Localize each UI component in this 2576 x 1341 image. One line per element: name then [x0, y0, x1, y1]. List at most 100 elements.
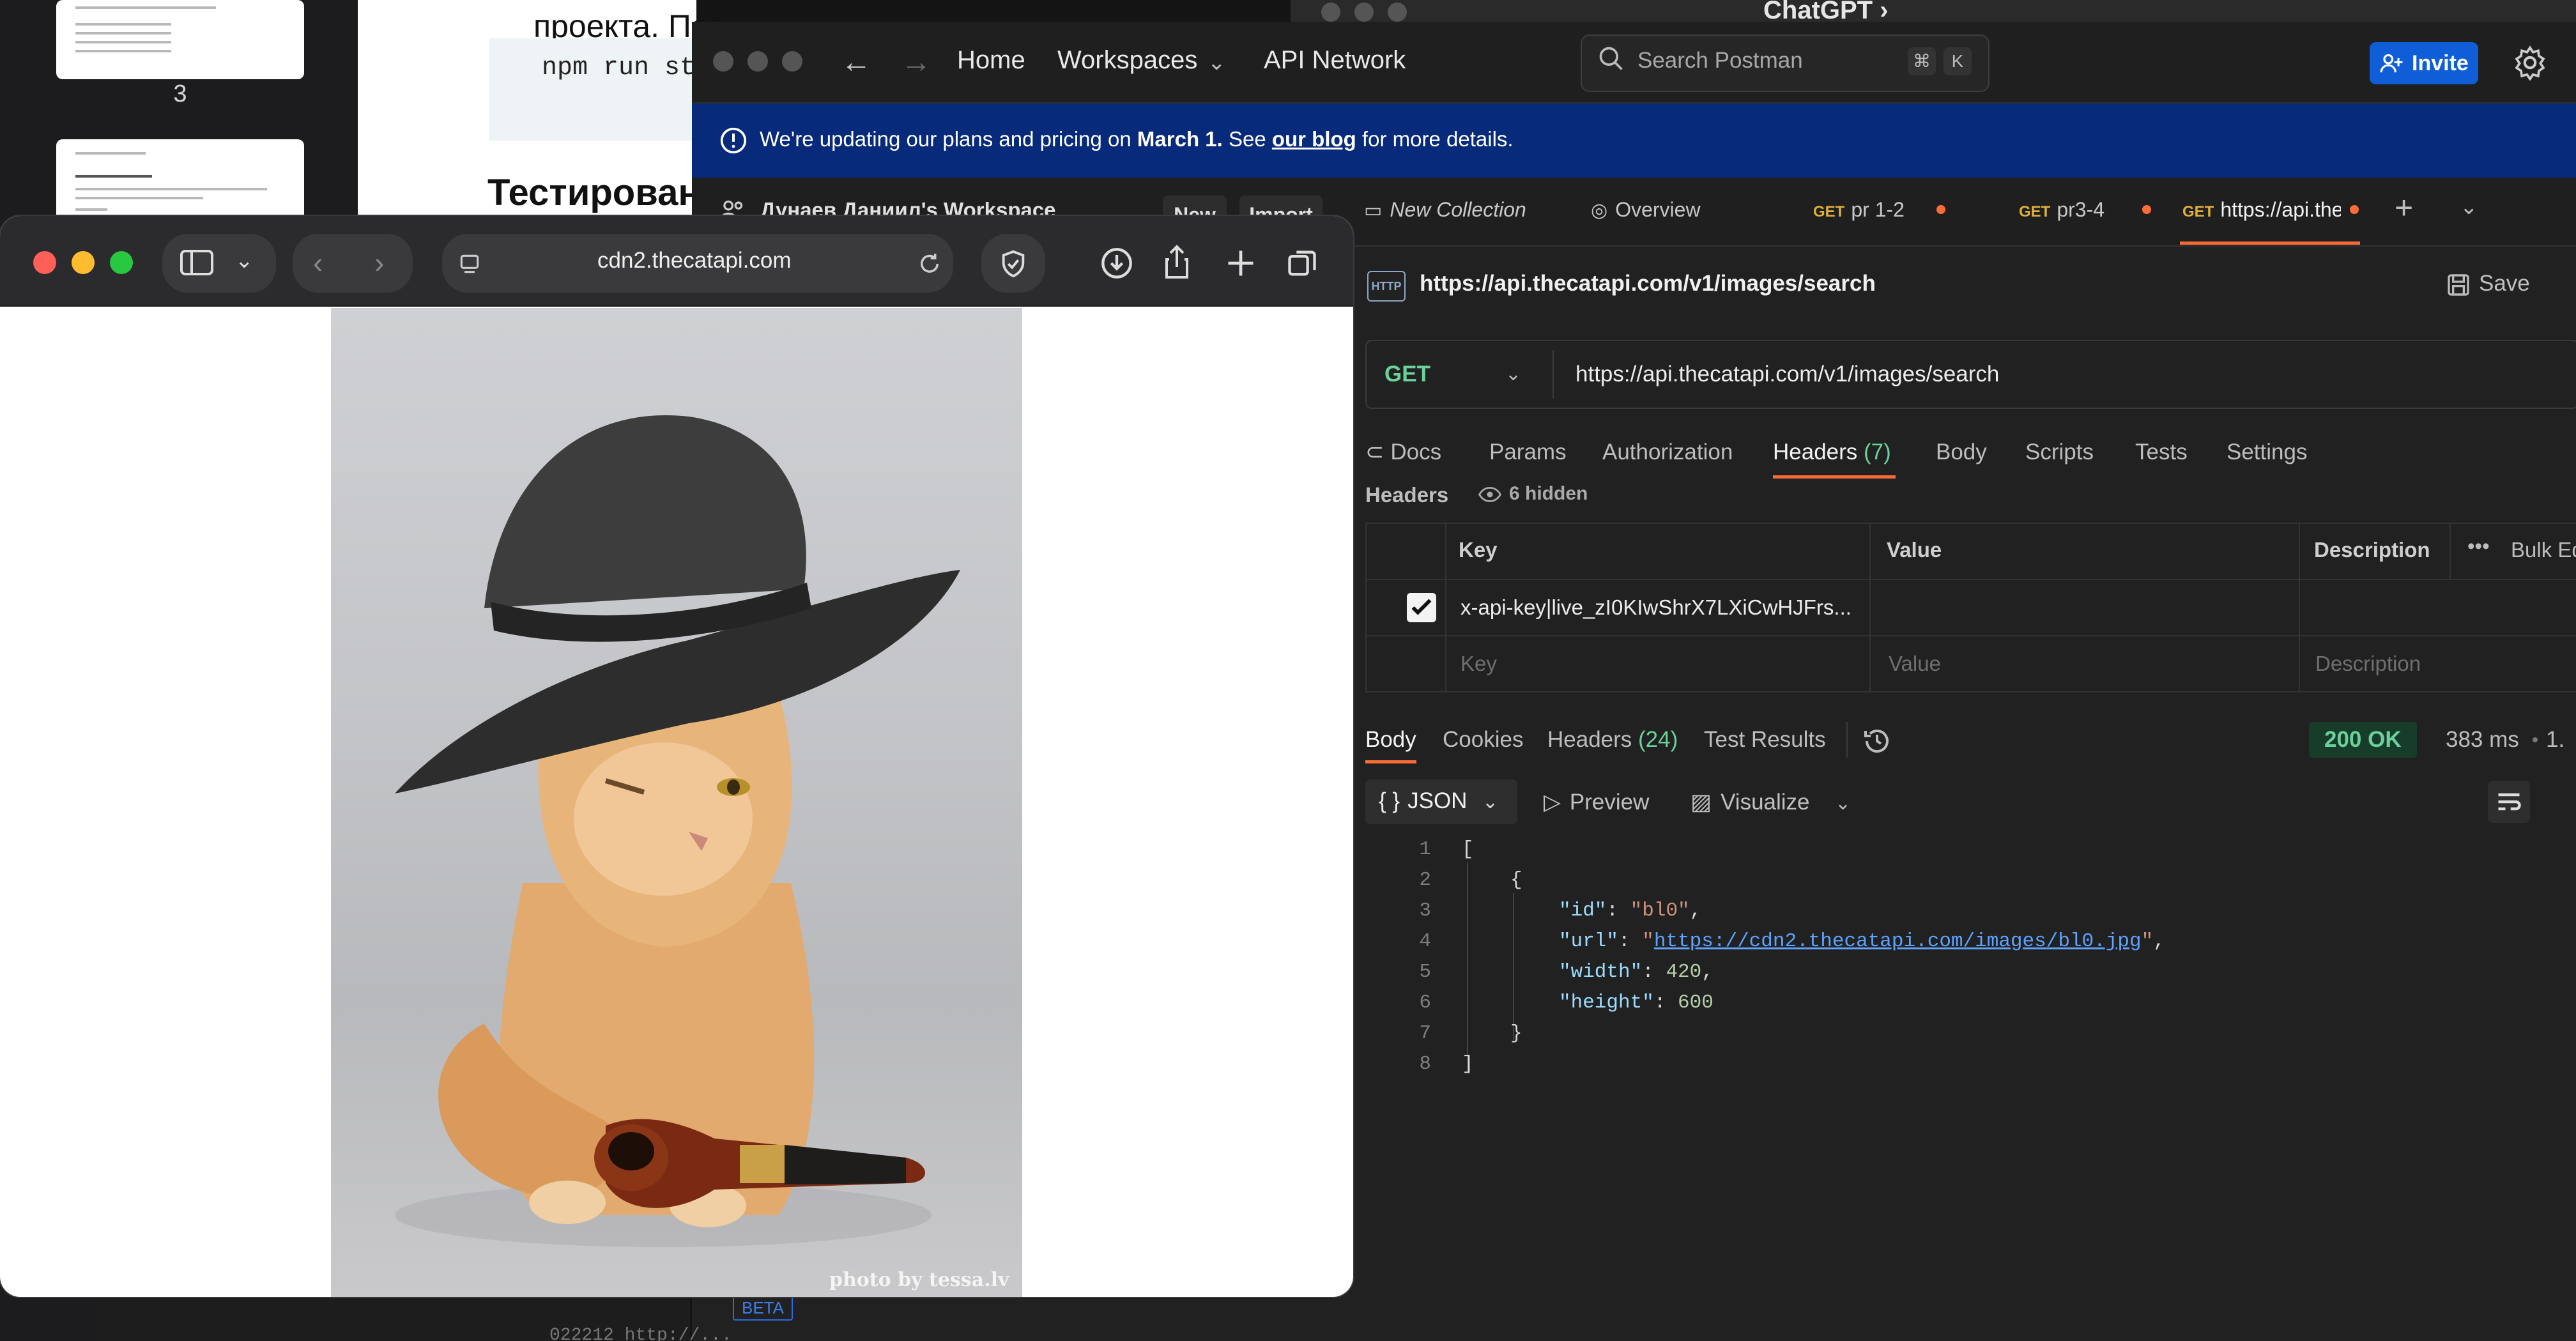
history-icon[interactable]	[1862, 726, 1892, 756]
save-button[interactable]: Save	[2479, 271, 2530, 296]
json-key: "url"	[1559, 930, 1619, 953]
json-key: "height"	[1559, 992, 1654, 1014]
nav-api-network[interactable]: API Network	[1264, 46, 1406, 75]
chevron-down-icon[interactable]: ⌄	[235, 248, 254, 273]
window-close-button[interactable]	[713, 51, 733, 72]
tab-body[interactable]: Body	[1936, 440, 1987, 465]
page-thumbnail[interactable]	[56, 0, 304, 79]
url-input[interactable]: https://api.thecatapi.com/v1/images/sear…	[1575, 362, 1999, 387]
image-credit: photo by tessa.lv	[829, 1269, 1009, 1291]
line-number: 1	[1419, 838, 1431, 861]
tab-method: GET	[2019, 203, 2051, 220]
tab-overview[interactable]: ◎ Overview	[1591, 198, 1701, 222]
history-nav-group	[293, 234, 413, 293]
tab-new-collection[interactable]: ▭ New Collection	[1364, 198, 1526, 222]
chevron-down-icon[interactable]: ⌄	[1835, 792, 1851, 815]
json-line-url: "url": "https://cdn2.thecatapi.com/image…	[1559, 930, 2165, 953]
table-border	[1445, 523, 1446, 693]
chevron-down-icon[interactable]: ⌄	[2460, 194, 2478, 220]
search-placeholder: Search Postman	[1637, 48, 1803, 73]
play-icon: ▷	[1544, 790, 1561, 815]
chevron-down-icon: ⌄	[1482, 792, 1499, 813]
page-menu-icon[interactable]	[457, 252, 482, 276]
format-label: { } JSON	[1379, 788, 1467, 814]
window-close-button[interactable]	[33, 251, 56, 274]
address-text[interactable]: cdn2.thecatapi.com	[597, 248, 792, 273]
unsaved-dot	[2350, 205, 2359, 214]
back-arrow-icon[interactable]: ←	[841, 45, 871, 80]
headers-count: (7)	[1864, 440, 1891, 464]
window-minimize-button[interactable]	[72, 251, 95, 274]
response-tab-cookies[interactable]: Cookies	[1443, 727, 1523, 753]
new-tab-icon[interactable]	[1224, 247, 1257, 280]
cat-with-hat-illustration	[395, 415, 960, 1247]
response-tab-body[interactable]: Body	[1365, 727, 1416, 753]
nav-home[interactable]: Home	[957, 46, 1025, 75]
table-border	[2299, 523, 2300, 693]
value-placeholder[interactable]: Value	[1889, 652, 1941, 676]
download-icon[interactable]	[1100, 247, 1133, 280]
reload-icon[interactable]	[916, 250, 943, 277]
preview-button[interactable]: ▷ Preview	[1544, 790, 1649, 815]
tab-label: https://api.the	[2220, 198, 2341, 221]
gear-icon[interactable]	[2512, 45, 2548, 80]
chevron-down-icon[interactable]: ⌄	[1505, 363, 1521, 385]
chevron-down-icon[interactable]: ⌄	[1208, 50, 1226, 75]
method-select[interactable]: GET	[1384, 362, 1430, 387]
hidden-headers-toggle[interactable]: 6 hidden	[1509, 483, 1588, 505]
tab-overview-icon[interactable]	[1285, 247, 1319, 280]
description-placeholder[interactable]: Description	[2315, 652, 2421, 676]
wrap-lines-button[interactable]	[2488, 781, 2530, 823]
table-border	[1365, 523, 2576, 524]
status-badge[interactable]: 200 OK	[2309, 722, 2417, 758]
table-border	[2450, 523, 2451, 579]
window-zoom-button[interactable]	[110, 251, 133, 274]
tab-settings[interactable]: Settings	[2227, 440, 2307, 465]
line-number: 4	[1419, 930, 1431, 953]
our-blog-link[interactable]: our blog	[1272, 127, 1356, 151]
tab-pr-1-2[interactable]: GET pr 1-2	[1813, 198, 1905, 222]
tab-params[interactable]: Params	[1489, 440, 1567, 465]
header-enabled-checkbox[interactable]	[1407, 593, 1436, 622]
key-placeholder[interactable]: Key	[1460, 652, 1497, 676]
json-brace-close: }	[1510, 1022, 1522, 1045]
banner-text: We're updating our plans and pricing on …	[760, 127, 1514, 151]
tab-active-request[interactable]: GET https://api.the	[2182, 198, 2341, 222]
table-border	[1365, 579, 2576, 580]
more-options-icon[interactable]: •••	[2467, 534, 2490, 558]
tab-label: pr3-4	[2057, 198, 2105, 221]
share-icon[interactable]	[1162, 244, 1192, 280]
forward-chevron-icon[interactable]: ›	[374, 245, 384, 280]
headers-label: Headers	[1365, 483, 1449, 507]
new-tab-icon[interactable]: +	[2395, 189, 2413, 226]
tab-scripts[interactable]: Scripts	[2025, 440, 2094, 465]
visualize-label: Visualize	[1721, 790, 1810, 815]
tab-authorization[interactable]: Authorization	[1602, 440, 1733, 465]
tab-docs[interactable]: ⊂ Docs	[1365, 440, 1441, 465]
window-zoom-button[interactable]	[782, 51, 802, 72]
indent-guide	[1467, 862, 1468, 1073]
response-size[interactable]: 1.	[2546, 727, 2564, 753]
request-title[interactable]: https://api.thecatapi.com/v1/images/sear…	[1420, 271, 1876, 296]
back-chevron-icon[interactable]: ‹	[313, 245, 323, 280]
image-url-link[interactable]: https://cdn2.thecatapi.com/images/bl0.jp…	[1654, 930, 2142, 953]
forward-arrow-icon[interactable]: →	[901, 45, 931, 80]
table-border	[1365, 523, 1367, 693]
json-value: "bl0"	[1630, 900, 1690, 922]
document-code-text: npm run start	[542, 54, 714, 82]
response-tab-test-results[interactable]: Test Results	[1704, 727, 1826, 753]
json-line-width: "width": 420,	[1559, 961, 1713, 983]
separator-dot	[2533, 737, 2538, 742]
tab-tests[interactable]: Tests	[2135, 440, 2188, 465]
visualize-button[interactable]: ▨ Visualize	[1690, 790, 1810, 815]
header-key-cell[interactable]: x-api-key|live_zI0KIwShrX7LXiCwHJFrs...	[1460, 595, 1851, 620]
tab-pr3-4[interactable]: GET pr3-4	[2019, 198, 2104, 222]
window-minimize-button[interactable]	[747, 51, 768, 72]
active-tab-indicator	[2180, 241, 2360, 245]
document-heading: Тестирование	[487, 172, 698, 213]
bulk-edit-button[interactable]: Bulk Edit	[2511, 538, 2576, 562]
response-tab-headers[interactable]: Headers (24)	[1547, 727, 1678, 753]
response-time[interactable]: 383 ms	[2446, 727, 2519, 753]
nav-workspaces[interactable]: Workspaces	[1057, 46, 1197, 75]
tab-headers[interactable]: Headers (7)	[1773, 440, 1891, 465]
